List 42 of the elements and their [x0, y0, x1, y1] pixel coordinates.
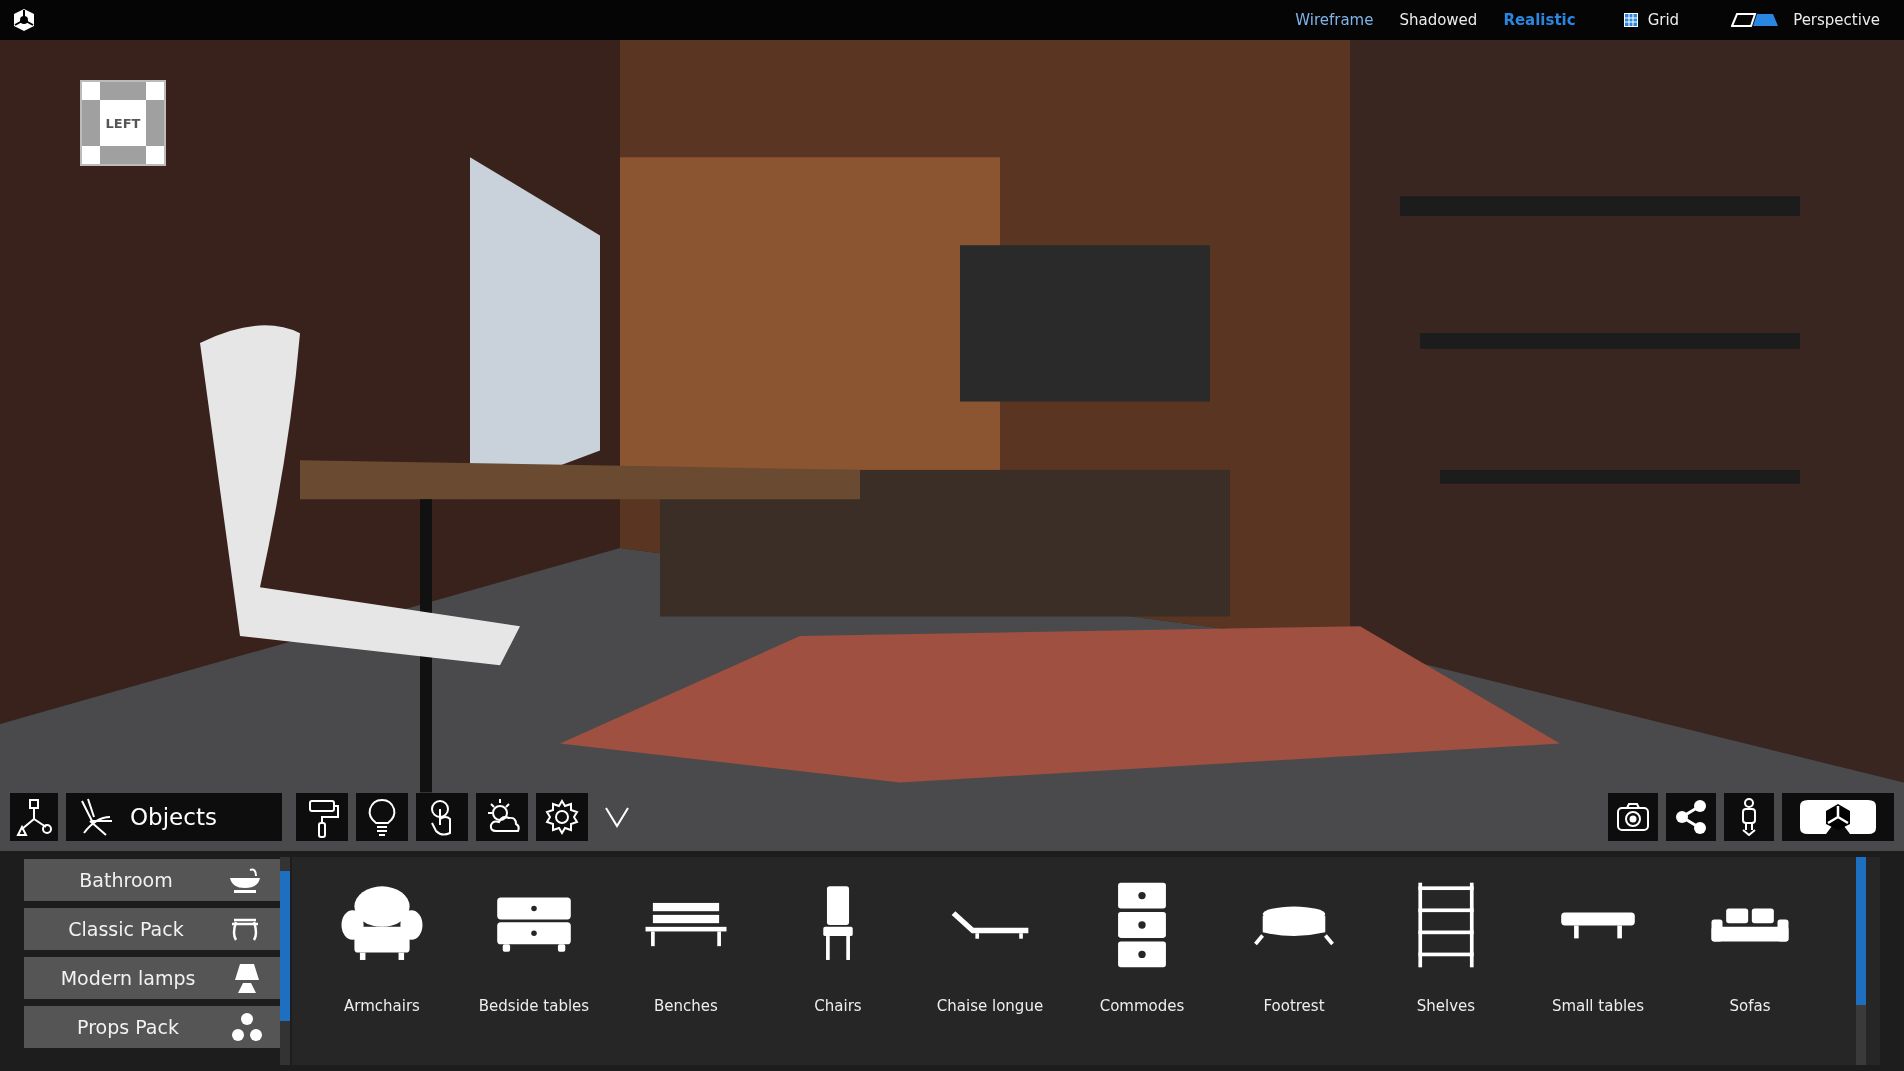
sink-icon: [228, 866, 262, 894]
chevron-down-icon: [604, 806, 630, 828]
scrollbar[interactable]: [280, 857, 290, 1065]
object-item[interactable]: Chairs: [762, 857, 914, 1065]
vr-button[interactable]: [1782, 793, 1894, 841]
grid-toggle[interactable]: Grid: [1623, 11, 1680, 29]
balls-icon: [232, 1011, 262, 1043]
object-item[interactable]: Armchairs: [306, 857, 458, 1065]
object-item[interactable]: Small tables: [1522, 857, 1674, 1065]
view-cube[interactable]: LEFT: [80, 80, 166, 166]
logo-icon[interactable]: [12, 8, 36, 32]
render-mode-link[interactable]: Wireframe: [1295, 11, 1374, 29]
share-button[interactable]: [1666, 793, 1716, 841]
camera-button[interactable]: [1608, 793, 1658, 841]
gear-button[interactable]: [536, 793, 588, 841]
camera-icon: [1616, 801, 1650, 833]
render-mode-link[interactable]: Realistic: [1503, 11, 1576, 29]
object-item[interactable]: Shelves: [1370, 857, 1522, 1065]
walk-button[interactable]: [1724, 793, 1774, 841]
object-item[interactable]: Chaise longue: [914, 857, 1066, 1065]
bulb-button[interactable]: [356, 793, 408, 841]
touch-button[interactable]: [416, 793, 468, 841]
perspective-icon: [1731, 13, 1780, 27]
share-icon: [1674, 799, 1708, 835]
scrollbar[interactable]: [1856, 857, 1866, 1065]
category-item[interactable]: Props Pack: [24, 1006, 280, 1048]
object-item[interactable]: Footrest: [1218, 857, 1370, 1065]
sun-cloud-button[interactable]: [476, 793, 528, 841]
object-item[interactable]: Benches: [610, 857, 762, 1065]
nodes-icon: [14, 797, 54, 837]
roller-button[interactable]: [296, 793, 348, 841]
projection-button[interactable]: Perspective: [1731, 11, 1880, 29]
category-item[interactable]: Modern lamps: [24, 957, 280, 999]
scene-graph-button[interactable]: [10, 793, 58, 841]
object-item[interactable]: Bedside tables: [458, 857, 610, 1065]
render-mode-link[interactable]: Shadowed: [1399, 11, 1478, 29]
objects-mode-button[interactable]: Objects: [66, 793, 282, 841]
object-item[interactable]: Commodes: [1066, 857, 1218, 1065]
lamp-icon: [232, 962, 262, 994]
category-item[interactable]: Bathroom: [24, 859, 280, 901]
category-item[interactable]: Classic Pack: [24, 908, 280, 950]
object-item[interactable]: Sofas: [1674, 857, 1826, 1065]
